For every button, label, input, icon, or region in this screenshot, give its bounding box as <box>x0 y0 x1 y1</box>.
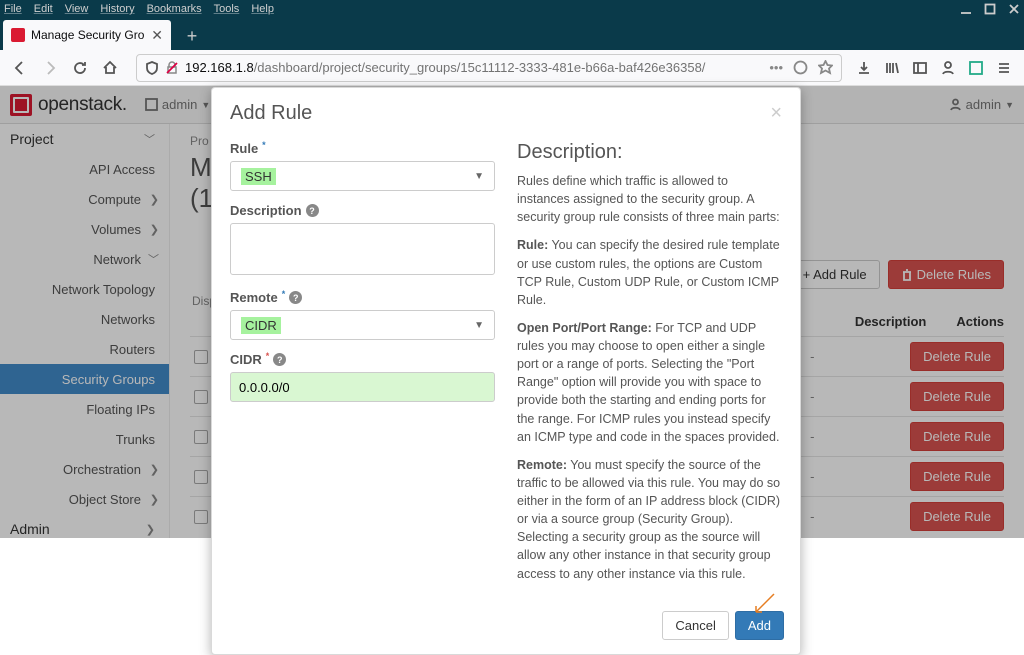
nav-home-button[interactable] <box>98 56 122 80</box>
cancel-button[interactable]: Cancel <box>662 611 728 640</box>
extension-icon[interactable] <box>968 60 984 76</box>
menu-file[interactable]: File <box>4 3 22 15</box>
url-actions: ••• <box>769 60 833 75</box>
menu-edit[interactable]: Edit <box>34 3 53 15</box>
modal-form: Rule* SSH▼ Description? Remote*? CIDR▼ C… <box>230 141 495 593</box>
window-controls <box>960 3 1020 15</box>
url-bar[interactable]: 192.168.1.8/dashboard/project/security_g… <box>136 54 842 82</box>
browser-toolbar: 192.168.1.8/dashboard/project/security_g… <box>0 50 1024 86</box>
menu-view[interactable]: View <box>65 3 89 15</box>
desc-heading: Description: <box>517 141 782 164</box>
desc-para: Open Port/Port Range: For TCP and UDP ru… <box>517 319 782 446</box>
window-maximize-icon[interactable] <box>984 3 996 15</box>
menu-history[interactable]: History <box>100 3 134 15</box>
add-button[interactable]: Add <box>735 611 784 640</box>
modal-title: Add Rule <box>230 102 312 125</box>
url-more-icon[interactable]: ••• <box>769 60 783 75</box>
library-icon[interactable] <box>884 60 900 76</box>
help-icon[interactable]: ? <box>306 204 319 217</box>
browser-tab[interactable]: Manage Security Group Rules ✕ <box>3 20 171 50</box>
nav-reload-button[interactable] <box>68 56 92 80</box>
menu-bookmarks[interactable]: Bookmarks <box>147 3 202 15</box>
reader-icon[interactable] <box>793 60 808 75</box>
url-text: 192.168.1.8/dashboard/project/security_g… <box>185 60 763 75</box>
account-icon[interactable] <box>940 60 956 76</box>
remote-select[interactable]: CIDR▼ <box>230 310 495 340</box>
lock-insecure-icon <box>165 61 179 75</box>
toolbar-right <box>856 60 1016 76</box>
browser-tabbar: Manage Security Group Rules ✕ + <box>0 18 1024 50</box>
menu-tools[interactable]: Tools <box>214 3 240 15</box>
nav-forward-button[interactable] <box>38 56 62 80</box>
window-minimize-icon[interactable] <box>960 3 972 15</box>
rule-select[interactable]: SSH▼ <box>230 161 495 191</box>
downloads-icon[interactable] <box>856 60 872 76</box>
cidr-label: CIDR*? <box>230 352 495 367</box>
modal-header: Add Rule × <box>212 88 800 137</box>
tab-close-icon[interactable]: ✕ <box>151 27 163 44</box>
modal-footer: Cancel Add <box>212 601 800 654</box>
modal-close-icon[interactable]: × <box>770 102 782 125</box>
tab-favicon <box>11 28 25 42</box>
remote-label: Remote*? <box>230 290 495 305</box>
nav-back-button[interactable] <box>8 56 32 80</box>
sidebar-icon[interactable] <box>912 60 928 76</box>
modal-body: Rule* SSH▼ Description? Remote*? CIDR▼ C… <box>212 137 800 601</box>
cidr-input[interactable] <box>230 372 495 402</box>
add-rule-modal: Add Rule × Rule* SSH▼ Description? Remot… <box>211 87 801 655</box>
modal-description: Description: Rules define which traffic … <box>517 141 782 593</box>
description-label: Description? <box>230 203 495 218</box>
rule-label: Rule* <box>230 141 495 156</box>
new-tab-button[interactable]: + <box>177 22 207 50</box>
help-icon[interactable]: ? <box>273 353 286 366</box>
bookmark-star-icon[interactable] <box>818 60 833 75</box>
desc-para: Remote: You must specify the source of t… <box>517 456 782 583</box>
desc-para: Rule: You can specify the desired rule t… <box>517 236 782 309</box>
window-close-icon[interactable] <box>1008 3 1020 15</box>
app-menu-icon[interactable] <box>996 60 1012 76</box>
desc-para: Rules define which traffic is allowed to… <box>517 172 782 226</box>
browser-menubar: File Edit View History Bookmarks Tools H… <box>0 0 1024 18</box>
shield-icon <box>145 61 159 75</box>
description-input[interactable] <box>230 223 495 275</box>
tab-title: Manage Security Group Rules <box>31 28 145 42</box>
help-icon[interactable]: ? <box>289 291 302 304</box>
menu-help[interactable]: Help <box>251 3 274 15</box>
